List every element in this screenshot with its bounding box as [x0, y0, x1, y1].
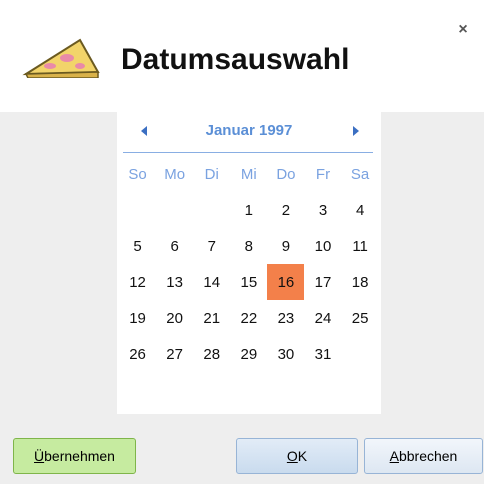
empty-day-cell — [193, 192, 230, 228]
weekday-header: So Mo Di Mi Do Fr Sa — [119, 166, 379, 186]
weekday-label: So — [128, 166, 147, 183]
ok-mnemonic: O — [286, 448, 298, 464]
weekday-label: Di — [204, 166, 219, 183]
day-cell[interactable]: 9 — [267, 228, 304, 264]
day-cell[interactable]: 13 — [156, 264, 193, 300]
ok-button[interactable]: OK — [236, 438, 358, 474]
day-cell[interactable]: 20 — [156, 300, 193, 336]
day-cell[interactable]: 7 — [193, 228, 230, 264]
dialog-header: Datumsauswahl × — [0, 0, 484, 112]
cancel-button[interactable]: Abbrechen — [364, 438, 483, 474]
day-cell[interactable]: 29 — [230, 336, 267, 372]
day-cell[interactable]: 31 — [304, 336, 341, 372]
next-month-icon[interactable] — [349, 124, 363, 138]
day-cell[interactable]: 28 — [193, 336, 230, 372]
apply-label: bernehmen — [44, 448, 115, 464]
day-cell[interactable]: 15 — [230, 264, 267, 300]
day-cell[interactable]: 14 — [193, 264, 230, 300]
day-cell[interactable]: 26 — [119, 336, 156, 372]
empty-day-cell — [156, 192, 193, 228]
day-grid: 1 2 3 4 5 6 7 8 9 10 11 12 13 14 15 16 17 18 19 20 21 22 23 24 2… — [119, 192, 379, 372]
day-cell[interactable]: 10 — [304, 228, 341, 264]
day-cell[interactable]: 18 — [342, 264, 379, 300]
calendar: Januar 1997 So Mo Di Mi Do Fr Sa 1 2 3 4 5 6 7 8 9 10 11… — [117, 112, 381, 414]
month-label[interactable]: Januar 1997 — [177, 122, 321, 139]
weekday-label: Fr — [315, 166, 331, 183]
day-cell[interactable]: 17 — [304, 264, 341, 300]
cancel-label: bbrechen — [398, 448, 458, 464]
day-cell[interactable]: 27 — [156, 336, 193, 372]
day-cell[interactable]: 22 — [230, 300, 267, 336]
day-cell[interactable]: 6 — [156, 228, 193, 264]
day-cell[interactable]: 11 — [342, 228, 379, 264]
day-cell[interactable]: 25 — [342, 300, 379, 336]
dialog-title: Datumsauswahl — [121, 43, 350, 76]
day-cell[interactable]: 1 — [230, 192, 267, 228]
day-cell[interactable]: 2 — [267, 192, 304, 228]
cheese-icon — [22, 38, 100, 78]
day-cell[interactable]: 30 — [267, 336, 304, 372]
weekday-label: Do — [276, 166, 296, 183]
day-cell[interactable]: 3 — [304, 192, 341, 228]
day-cell[interactable]: 4 — [342, 192, 379, 228]
day-cell[interactable]: 5 — [119, 228, 156, 264]
ok-label: K — [297, 448, 308, 464]
weekday-label: Mi — [240, 166, 257, 183]
day-cell[interactable]: 8 — [230, 228, 267, 264]
dialog-content: Januar 1997 So Mo Di Mi Do Fr Sa 1 2 3 4 5 6 7 8 9 10 11… — [0, 112, 484, 484]
cancel-mnemonic: A — [389, 448, 399, 464]
day-cell[interactable]: 12 — [119, 264, 156, 300]
day-cell[interactable]: 21 — [193, 300, 230, 336]
selected-day-cell[interactable]: 16 — [267, 264, 305, 300]
calendar-divider — [123, 152, 373, 153]
day-cell[interactable]: 19 — [119, 300, 156, 336]
weekday-label: Sa — [350, 166, 370, 183]
day-cell[interactable]: 23 — [267, 300, 304, 336]
day-cell[interactable]: 24 — [304, 300, 341, 336]
previous-month-icon[interactable] — [137, 124, 151, 138]
close-icon[interactable]: × — [456, 22, 470, 38]
apply-mnemonic: Ü — [34, 448, 45, 464]
weekday-label: Mo — [164, 166, 186, 183]
empty-day-cell — [119, 192, 156, 228]
apply-button[interactable]: Übernehmen — [13, 438, 136, 474]
